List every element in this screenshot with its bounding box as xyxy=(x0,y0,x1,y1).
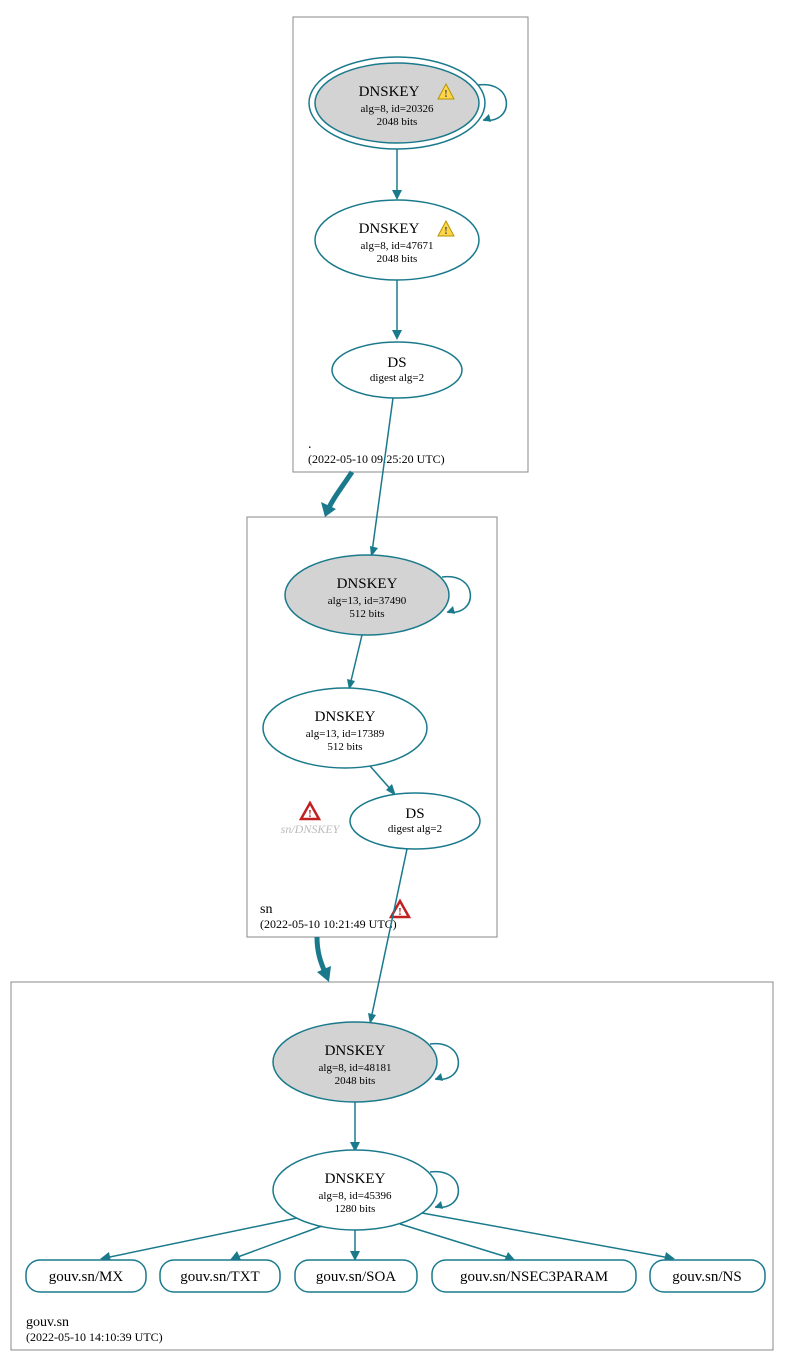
gouv-zsk-node: DNSKEY alg=8, id=45396 1280 bits xyxy=(273,1150,437,1230)
record-ns-text: gouv.sn/NS xyxy=(672,1269,741,1285)
root-ds-sub: digest alg=2 xyxy=(370,372,424,384)
gouv-ksk-node: DNSKEY alg=8, id=48181 2048 bits xyxy=(273,1022,437,1102)
edge xyxy=(350,635,362,685)
edge xyxy=(372,398,393,552)
gouv-zsk-title: DNSKEY xyxy=(325,1171,386,1187)
svg-text:!: ! xyxy=(308,808,312,820)
svg-text:!: ! xyxy=(398,906,402,918)
svg-text:!: ! xyxy=(444,88,448,100)
sn-zsk-title: DNSKEY xyxy=(315,709,376,725)
sn-ds-sub: digest alg=2 xyxy=(388,823,442,835)
root-zsk-alg: alg=8, id=47671 xyxy=(361,240,434,252)
sn-zsk-node: DNSKEY alg=13, id=17389 512 bits xyxy=(263,688,427,768)
root-ksk-title: DNSKEY xyxy=(359,84,420,100)
edge xyxy=(400,1224,510,1258)
record-soa-text: gouv.sn/SOA xyxy=(316,1269,396,1285)
zone-gouv-label: gouv.sn xyxy=(26,1315,69,1330)
root-ds-node: DS digest alg=2 xyxy=(332,342,462,398)
edge xyxy=(371,849,407,1019)
zone-sn-label: sn xyxy=(260,902,272,917)
root-zsk-bits: 2048 bits xyxy=(377,253,418,265)
sn-ksk-node: DNSKEY alg=13, id=37490 512 bits xyxy=(285,555,449,635)
sn-zsk-alg: alg=13, id=17389 xyxy=(306,728,385,740)
zone-edge xyxy=(328,472,352,510)
zone-root-label: . xyxy=(308,437,312,452)
sn-ds-title: DS xyxy=(405,806,424,822)
gouv-ksk-bits: 2048 bits xyxy=(335,1075,376,1087)
sn-ghost-dnskey: sn/DNSKEY xyxy=(281,822,341,836)
gouv-zsk-alg: alg=8, id=45396 xyxy=(319,1190,392,1202)
zone-gouv-date: (2022-05-10 14:10:39 UTC) xyxy=(26,1330,163,1344)
sn-ksk-bits: 512 bits xyxy=(349,608,384,620)
root-ds-title: DS xyxy=(387,355,406,371)
edge xyxy=(235,1226,322,1258)
sn-ksk-title: DNSKEY xyxy=(337,576,398,592)
root-ksk-node: DNSKEY alg=8, id=20326 2048 bits xyxy=(309,57,485,149)
svg-text:!: ! xyxy=(444,225,448,237)
gouv-ksk-title: DNSKEY xyxy=(325,1043,386,1059)
root-ksk-bits: 2048 bits xyxy=(377,116,418,128)
record-mx-text: gouv.sn/MX xyxy=(49,1269,124,1285)
record-txt-text: gouv.sn/TXT xyxy=(180,1269,259,1285)
svg-text:DNSKEY: DNSKEY xyxy=(359,84,420,100)
svg-text:DNSKEY: DNSKEY xyxy=(359,221,420,237)
root-ksk-alg: alg=8, id=20326 xyxy=(361,103,434,115)
sn-ds-node: DS digest alg=2 xyxy=(350,793,480,849)
root-zsk-title: DNSKEY xyxy=(359,221,420,237)
edge xyxy=(105,1218,297,1258)
root-zsk-node: DNSKEY alg=8, id=47671 2048 bits xyxy=(315,200,479,280)
error-icon: ! xyxy=(301,803,319,820)
gouv-zsk-bits: 1280 bits xyxy=(335,1203,376,1215)
dnssec-graph: . (2022-05-10 09:25:20 UTC) DNSKEY alg=8… xyxy=(0,0,787,1362)
gouv-ksk-alg: alg=8, id=48181 xyxy=(319,1062,392,1074)
zone-root-date: (2022-05-10 09:25:20 UTC) xyxy=(308,452,445,466)
record-nsec3-text: gouv.sn/NSEC3PARAM xyxy=(460,1269,608,1285)
edge xyxy=(422,1213,670,1258)
zone-sn-date: (2022-05-10 10:21:49 UTC) xyxy=(260,917,397,931)
sn-zsk-bits: 512 bits xyxy=(327,741,362,753)
sn-ksk-alg: alg=13, id=37490 xyxy=(328,595,407,607)
